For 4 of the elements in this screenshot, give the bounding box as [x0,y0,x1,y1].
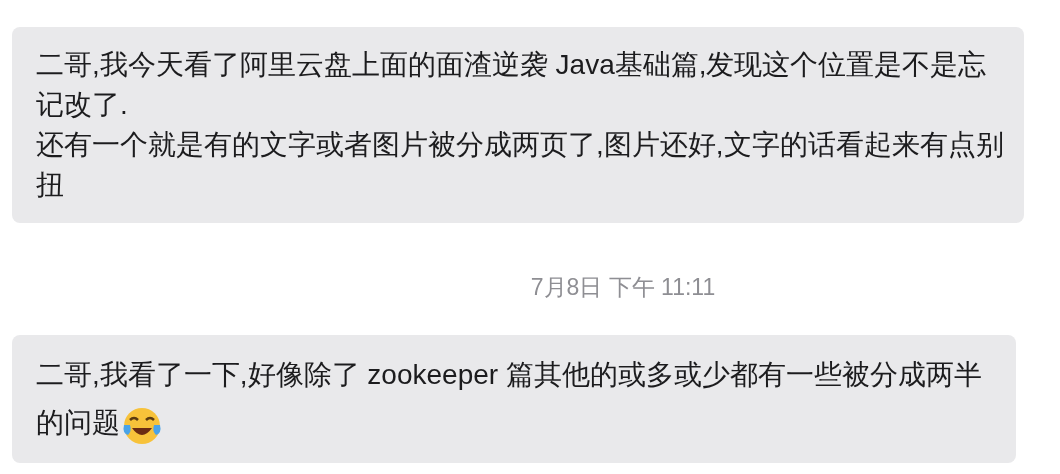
timestamp: 7月8日 下午 11:11 [530,273,716,301]
message-text: 二哥,我今天看了阿里云盘上面的面渣逆袭 Java基础篇,发现这个位置是不是忘记改了. [36,48,988,122]
message-text: 二哥,我看了一下,好像除了 zookeeper 篇其他的或多或少都有一些被分成两半的问题 [36,351,996,447]
message-text: 还有一个就是有的文字或者图片被分成两页了,图片还好,文字的话看起来有点别扭 [36,128,1004,202]
